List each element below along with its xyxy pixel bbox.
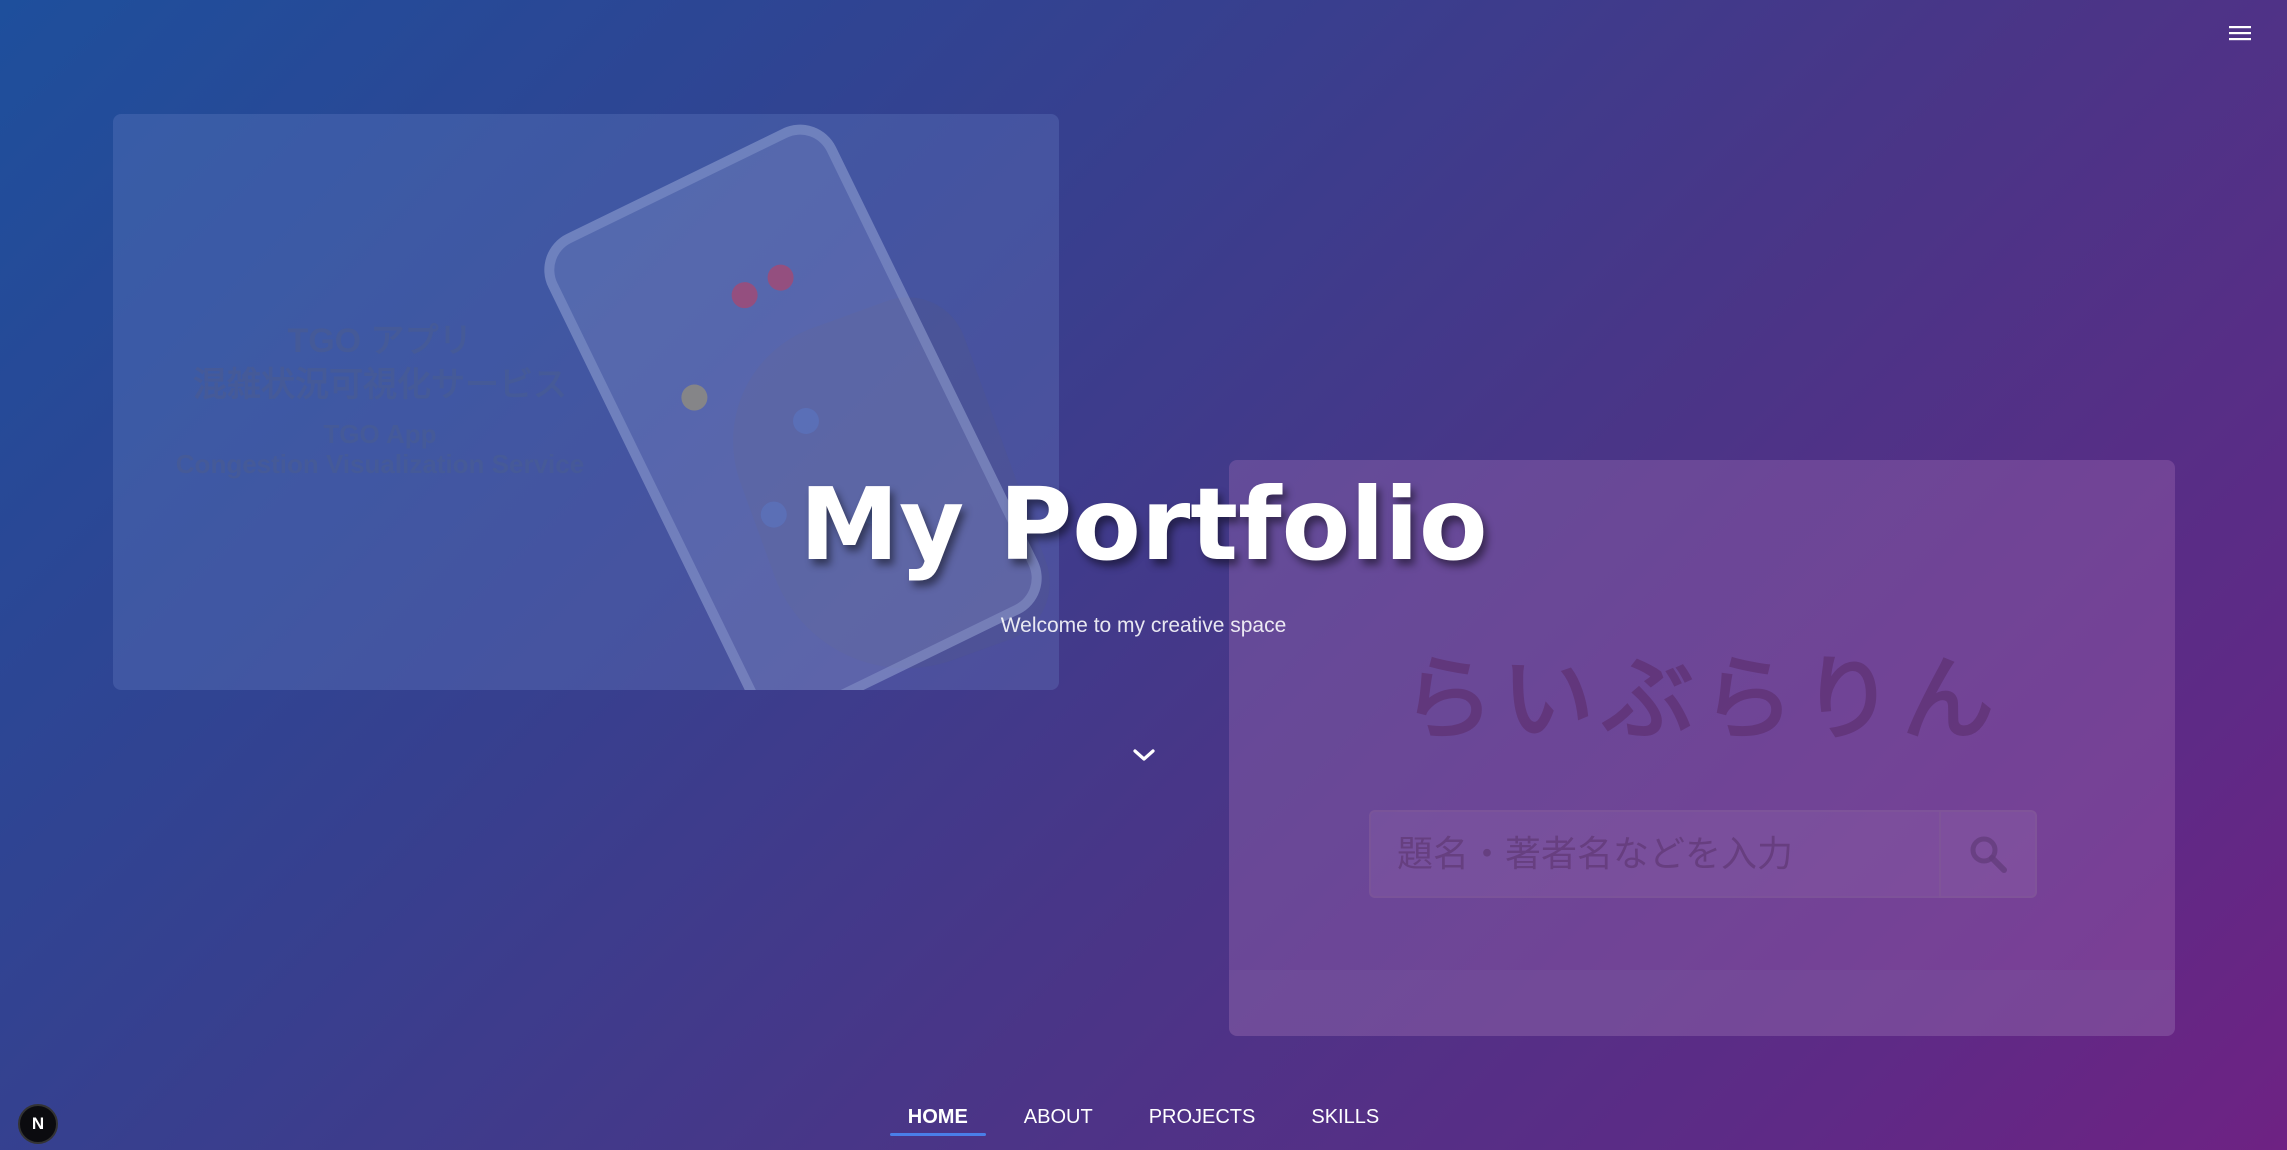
hamburger-menu-icon [2229, 26, 2251, 41]
library-search-input[interactable] [1371, 812, 1939, 896]
chevron-down-icon [1133, 749, 1155, 761]
dev-tools-badge[interactable]: N [18, 1104, 58, 1144]
hero-section: My Portfolio Welcome to my creative spac… [0, 470, 2287, 638]
project-subtitle-jp: 混雑状況可視化サービス [193, 366, 567, 404]
nav-item-about[interactable]: ABOUT [1006, 1100, 1111, 1141]
hero-title: My Portfolio [799, 466, 1488, 583]
project-card-tgo-text: TGO アプリ 混雑状況可視化サービス TGO App Congestion V… [113, 319, 647, 479]
project-title-jp: TGO アプリ [287, 322, 473, 360]
search-icon [1970, 836, 2007, 873]
project-title-en: TGO App [323, 419, 437, 449]
scroll-down-button[interactable] [1129, 740, 1159, 770]
bottom-nav: HOME ABOUT PROJECTS SKILLS [0, 1100, 2287, 1141]
hero-subtitle: Welcome to my creative space [1000, 614, 1287, 637]
nav-item-home[interactable]: HOME [889, 1100, 986, 1141]
library-search-box [1369, 810, 1939, 898]
nav-item-skills[interactable]: SKILLS [1293, 1100, 1397, 1141]
library-footer-band [1229, 970, 2175, 1036]
menu-button[interactable] [2223, 20, 2257, 46]
library-title: らいぶらりん [1401, 645, 2002, 753]
library-search-button[interactable] [1939, 810, 2037, 898]
nav-item-projects[interactable]: PROJECTS [1131, 1100, 1274, 1141]
